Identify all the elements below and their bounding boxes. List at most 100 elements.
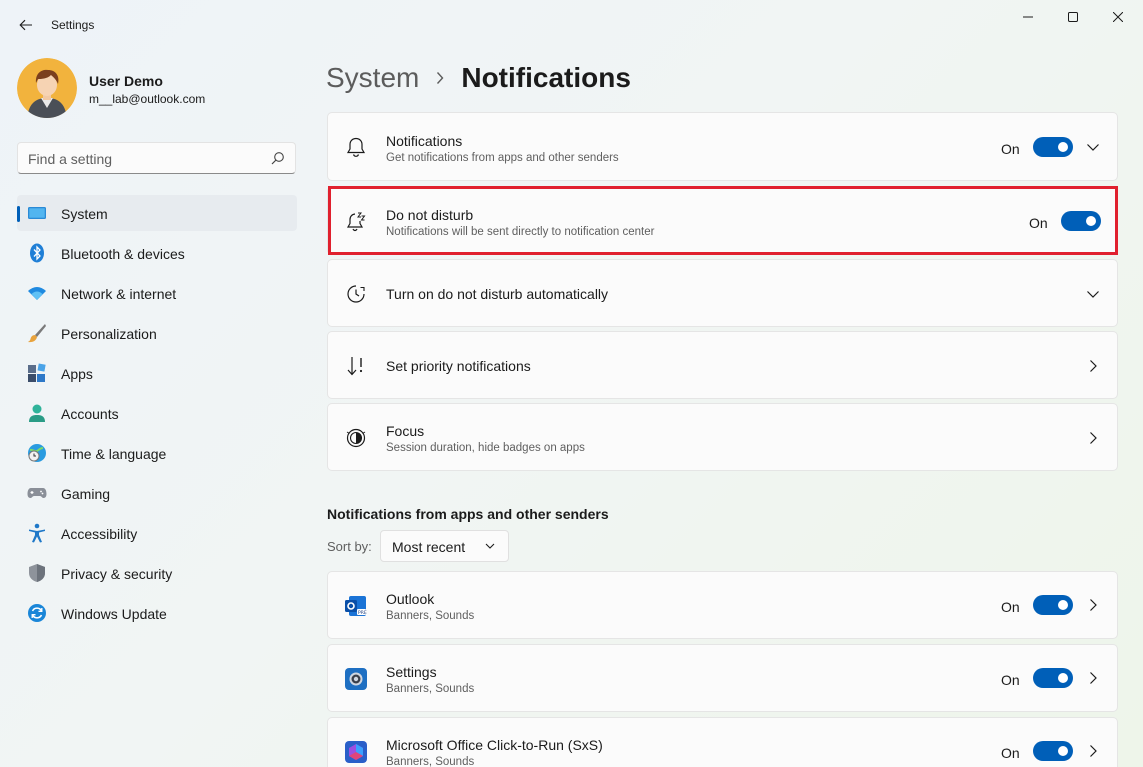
search-icon[interactable] — [271, 151, 285, 165]
outlook-icon: PRE — [344, 594, 368, 618]
setting-subtitle: Session duration, hide badges on apps — [386, 442, 585, 454]
sidebar-item-label: Gaming — [61, 486, 111, 502]
settings-app-icon — [344, 667, 368, 691]
gamepad-icon — [27, 488, 47, 498]
sort-value: Most recent — [392, 539, 466, 555]
sidebar-item-label: Windows Update — [61, 606, 167, 622]
office-toggle[interactable] — [1033, 741, 1073, 761]
app-card-outlook[interactable]: PRE Outlook Banners, Sounds On — [327, 571, 1118, 639]
sidebar-item-privacy-security[interactable]: Privacy & security — [17, 555, 297, 591]
setting-title: Focus — [386, 423, 425, 439]
sidebar-nav: System Bluetooth & devices Network & int… — [17, 195, 297, 635]
chevron-right-icon[interactable] — [1085, 743, 1101, 759]
system-icon — [28, 207, 46, 219]
app-name: Settings — [386, 664, 437, 680]
back-button[interactable] — [12, 12, 40, 38]
section-title: Notifications from apps and other sender… — [327, 506, 609, 522]
sidebar-item-apps[interactable]: Apps — [17, 355, 297, 391]
minimize-button[interactable] — [1005, 0, 1051, 34]
bell-icon — [344, 135, 368, 159]
sidebar-item-accounts[interactable]: Accounts — [17, 395, 297, 431]
office-icon — [344, 740, 368, 764]
outlook-toggle[interactable] — [1033, 595, 1073, 615]
sidebar-item-label: Accounts — [61, 406, 119, 422]
sidebar-item-bluetooth[interactable]: Bluetooth & devices — [17, 235, 297, 271]
app-detail: Banners, Sounds — [386, 610, 475, 622]
sidebar-item-label: Bluetooth & devices — [61, 246, 185, 262]
sidebar-item-label: Privacy & security — [61, 566, 173, 582]
user-email: m__lab@outlook.com — [89, 92, 206, 106]
apps-icon — [28, 363, 46, 382]
priority-sort-icon — [344, 354, 368, 378]
sidebar-item-label: Accessibility — [61, 526, 138, 542]
close-button[interactable] — [1095, 0, 1141, 34]
back-arrow-icon — [19, 19, 32, 31]
clock-icon — [344, 282, 368, 306]
app-detail: Banners, Sounds — [386, 683, 475, 695]
app-name: Outlook — [386, 591, 435, 607]
toggle-state-label: On — [1001, 141, 1020, 157]
sidebar-item-label: Network & internet — [61, 286, 177, 302]
chevron-right-icon[interactable] — [1085, 358, 1101, 374]
close-icon — [1113, 12, 1123, 22]
chevron-right-icon[interactable] — [1085, 597, 1101, 613]
sidebar-item-label: Apps — [61, 366, 93, 382]
page-title: Notifications — [461, 62, 631, 93]
sidebar-item-network[interactable]: Network & internet — [17, 275, 297, 311]
chevron-down-icon — [485, 543, 495, 549]
sidebar-item-label: System — [61, 206, 108, 222]
search-box — [17, 142, 296, 174]
app-detail: Banners, Sounds — [386, 756, 475, 767]
globe-clock-icon — [28, 444, 46, 462]
account-icon — [29, 404, 45, 422]
sidebar-item-personalization[interactable]: Personalization — [17, 315, 297, 351]
chevron-right-icon — [435, 71, 445, 85]
avatar — [17, 58, 77, 118]
update-icon — [28, 604, 46, 622]
toggle-state-label: On — [1001, 745, 1020, 761]
app-card-office[interactable]: Microsoft Office Click-to-Run (SxS) Bann… — [327, 717, 1118, 767]
brush-icon — [28, 324, 46, 343]
user-profile[interactable]: User Demo m__lab@outlook.com — [17, 58, 297, 120]
accessibility-icon — [29, 523, 45, 543]
maximize-icon — [1068, 12, 1078, 22]
sidebar-item-label: Personalization — [61, 326, 157, 342]
shield-icon — [29, 564, 45, 582]
selection-indicator — [17, 206, 20, 222]
sort-dropdown[interactable]: Most recent — [380, 530, 509, 562]
sidebar-item-time-language[interactable]: Time & language — [17, 435, 297, 471]
title-bar: Settings — [0, 0, 1143, 50]
setting-title: Set priority notifications — [386, 358, 531, 374]
notifications-toggle[interactable] — [1033, 137, 1073, 157]
sidebar-item-label: Time & language — [61, 446, 167, 462]
sidebar-item-gaming[interactable]: Gaming — [17, 475, 297, 511]
setting-subtitle: Get notifications from apps and other se… — [386, 152, 619, 164]
app-card-settings[interactable]: Settings Banners, Sounds On — [327, 644, 1118, 712]
breadcrumb: System Notifications — [326, 58, 631, 98]
dnd-automatically-card[interactable]: Turn on do not disturb automatically — [327, 259, 1118, 327]
app-name: Microsoft Office Click-to-Run (SxS) — [386, 737, 603, 753]
chevron-down-icon[interactable] — [1085, 139, 1101, 155]
bluetooth-icon — [30, 243, 44, 263]
breadcrumb-parent[interactable]: System — [326, 62, 419, 94]
setting-title: Notifications — [386, 133, 463, 149]
toggle-state-label: On — [1001, 672, 1020, 688]
focus-card[interactable]: Focus Session duration, hide badges on a… — [327, 403, 1118, 471]
chevron-right-icon[interactable] — [1085, 430, 1101, 446]
chevron-right-icon[interactable] — [1085, 670, 1101, 686]
setting-title: Turn on do not disturb automatically — [386, 286, 609, 302]
sort-label: Sort by: — [327, 539, 372, 554]
window-title: Settings — [51, 18, 95, 32]
user-name: User Demo — [89, 73, 163, 89]
sidebar-item-windows-update[interactable]: Windows Update — [17, 595, 297, 631]
maximize-button[interactable] — [1050, 0, 1096, 34]
sidebar-item-accessibility[interactable]: Accessibility — [17, 515, 297, 551]
chevron-down-icon[interactable] — [1085, 286, 1101, 302]
search-input[interactable] — [28, 149, 258, 169]
focus-icon — [344, 426, 368, 450]
priority-notifications-card[interactable]: Set priority notifications — [327, 331, 1118, 399]
svg-text:PRE: PRE — [358, 610, 367, 616]
sidebar-item-system[interactable]: System — [17, 195, 297, 231]
settings-app-toggle[interactable] — [1033, 668, 1073, 688]
notifications-card[interactable]: Notifications Get notifications from app… — [327, 112, 1118, 181]
